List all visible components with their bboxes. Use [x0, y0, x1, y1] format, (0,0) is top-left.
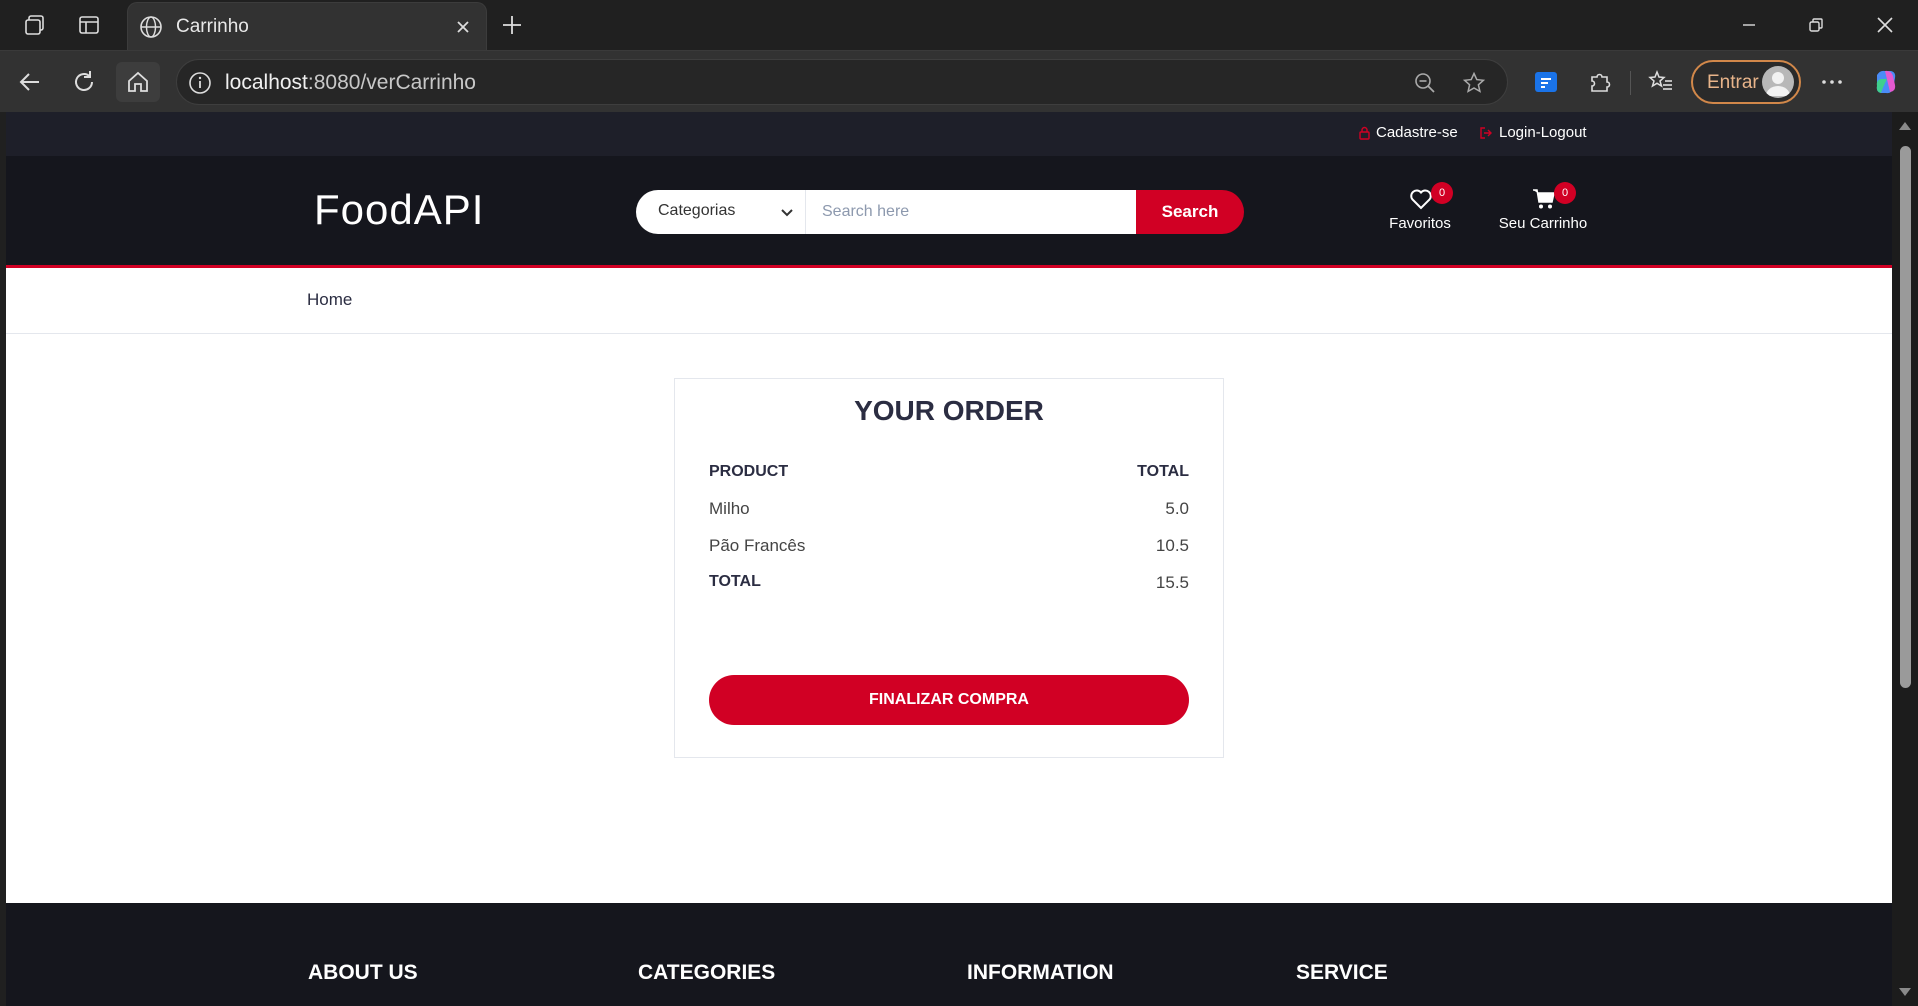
order-total-row: TOTAL 15.5 — [709, 573, 1189, 597]
profile-button[interactable]: Entrar — [1691, 60, 1801, 104]
order-item-row: Pão Francês 10.5 — [709, 536, 1189, 560]
new-tab-icon[interactable] — [496, 9, 528, 41]
order-summary: YOUR ORDER PRODUCT TOTAL Milho 5.0 Pão F… — [674, 378, 1224, 758]
browser-tab-bar: Carrinho — [0, 0, 1918, 50]
search-button[interactable]: Search — [1136, 190, 1244, 234]
footer-heading-service: SERVICE — [1296, 961, 1388, 984]
shopping-cart-icon — [1532, 188, 1556, 210]
col-total-header: TOTAL — [1137, 463, 1189, 480]
footer-heading-information: INFORMATION — [967, 961, 1114, 984]
url-host: localhost — [225, 71, 308, 94]
browser-toolbar: localhost:8080/verCarrinho Entrar — [0, 50, 1918, 112]
login-logout-label: Login-Logout — [1499, 124, 1587, 141]
favorite-star-icon[interactable] — [1460, 69, 1488, 97]
cart-link[interactable]: 0 Seu Carrinho — [1488, 182, 1598, 238]
avatar-icon — [1762, 66, 1794, 98]
profile-label: Entrar — [1707, 72, 1759, 93]
url-path: :8080/verCarrinho — [307, 71, 476, 94]
top-header: Cadastre-se Login-Logout — [6, 112, 1892, 156]
cart-count-badge: 0 — [1554, 182, 1576, 204]
order-header-row: PRODUCT TOTAL — [709, 463, 1189, 487]
heart-icon — [1409, 188, 1433, 210]
home-icon[interactable] — [116, 62, 160, 102]
zoom-out-icon[interactable] — [1411, 69, 1439, 97]
register-link[interactable]: Cadastre-se — [1359, 124, 1458, 141]
toolbar-separator — [1630, 71, 1631, 95]
favorites-list-icon[interactable] — [1645, 66, 1677, 98]
favorites-label: Favoritos — [1389, 215, 1451, 232]
order-item-name: Pão Francês — [709, 536, 806, 555]
footer: ABOUT US CATEGORIES INFORMATION SERVICE — [6, 903, 1892, 1006]
breadcrumb: Home — [6, 268, 1892, 334]
minimize-icon[interactable] — [1724, 8, 1774, 42]
category-selected: Categorias — [658, 202, 736, 219]
order-item-row: Milho 5.0 — [709, 499, 1189, 523]
footer-heading-about: ABOUT US — [308, 961, 418, 984]
address-bar[interactable]: localhost:8080/verCarrinho — [176, 59, 1508, 105]
globe-icon — [138, 14, 164, 40]
order-item-name: Milho — [709, 499, 750, 518]
site-logo[interactable]: FoodAPI — [314, 186, 484, 234]
site-info-icon[interactable] — [187, 70, 213, 96]
close-window-icon[interactable] — [1860, 8, 1910, 42]
search-form: Categorias Search — [636, 190, 1244, 234]
tab-title: Carrinho — [176, 16, 249, 37]
scroll-up-arrow-icon[interactable] — [1899, 122, 1911, 130]
search-input[interactable] — [806, 190, 1136, 234]
reload-icon[interactable] — [62, 62, 106, 102]
order-total-value: 15.5 — [1155, 573, 1189, 592]
extension-app-icon[interactable] — [1530, 66, 1562, 98]
order-item-total: 10.5 — [1155, 536, 1189, 555]
lock-icon — [1359, 126, 1370, 140]
scroll-down-arrow-icon[interactable] — [1899, 988, 1911, 996]
register-label: Cadastre-se — [1376, 124, 1458, 141]
tab-actions-icon[interactable] — [74, 10, 104, 40]
copilot-icon[interactable] — [1870, 66, 1902, 98]
breadcrumb-home[interactable]: Home — [307, 290, 352, 310]
order-total-label: TOTAL — [709, 573, 761, 590]
scroll-thumb[interactable] — [1900, 146, 1911, 688]
favorites-count-badge: 0 — [1431, 182, 1453, 204]
col-product-header: PRODUCT — [709, 463, 789, 480]
checkout-button[interactable]: FINALIZAR COMPRA — [709, 675, 1189, 725]
order-item-total: 5.0 — [1165, 499, 1189, 518]
login-logout-link[interactable]: Login-Logout — [1479, 124, 1587, 141]
chevron-down-icon — [779, 204, 795, 220]
url-text[interactable]: localhost:8080/verCarrinho — [225, 71, 476, 95]
back-icon[interactable] — [8, 62, 52, 102]
more-options-icon[interactable] — [1816, 66, 1848, 98]
workspaces-icon[interactable] — [20, 10, 50, 40]
main-header: FoodAPI Categorias Search 0 Favoritos 0 … — [6, 156, 1892, 268]
order-title: YOUR ORDER — [854, 395, 1044, 426]
extensions-puzzle-icon[interactable] — [1584, 66, 1616, 98]
close-tab-icon[interactable] — [450, 14, 476, 40]
footer-heading-categories: CATEGORIES — [638, 961, 776, 984]
tab-carrinho[interactable]: Carrinho — [127, 2, 487, 50]
page-viewport: Cadastre-se Login-Logout FoodAPI Categor… — [6, 112, 1892, 1006]
restore-icon[interactable] — [1791, 8, 1841, 42]
favorites-link[interactable]: 0 Favoritos — [1365, 182, 1475, 238]
category-select[interactable]: Categorias — [636, 190, 806, 234]
page-scrollbar[interactable] — [1892, 112, 1918, 1006]
sign-out-icon — [1480, 126, 1492, 139]
cart-label: Seu Carrinho — [1498, 215, 1588, 232]
